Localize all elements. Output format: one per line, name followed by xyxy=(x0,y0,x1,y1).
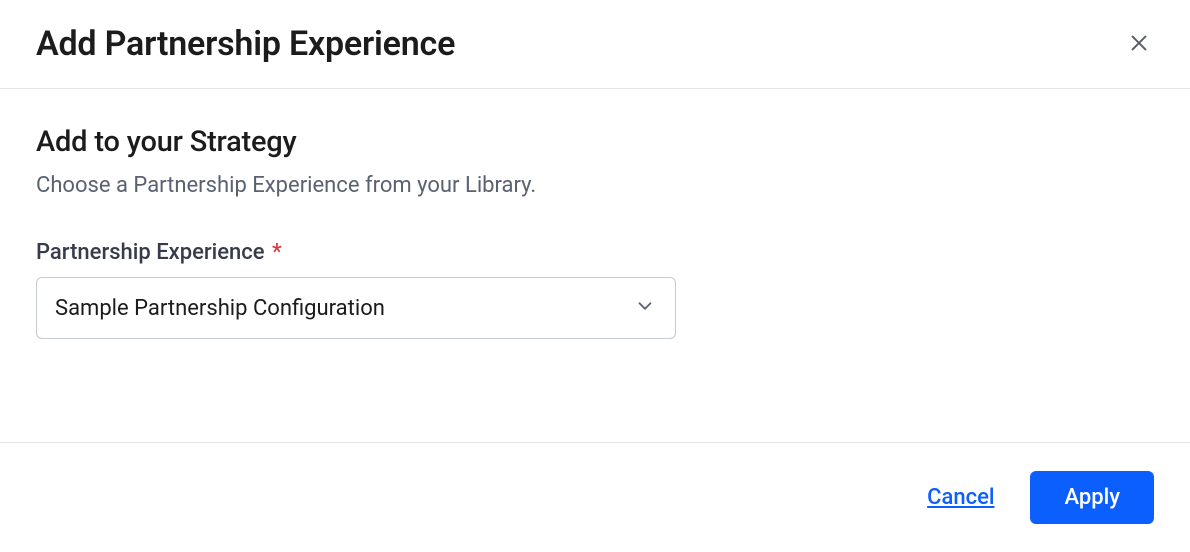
section-title: Add to your Strategy xyxy=(36,125,1154,159)
dialog-body: Add to your Strategy Choose a Partnershi… xyxy=(0,89,1190,442)
close-button[interactable] xyxy=(1124,28,1154,61)
field-label: Partnership Experience * xyxy=(36,240,282,265)
select-wrapper: Sample Partnership Configuration xyxy=(36,277,676,339)
dialog-header: Add Partnership Experience xyxy=(0,0,1190,89)
dialog: Add Partnership Experience Add to your S… xyxy=(0,0,1190,552)
cancel-button[interactable]: Cancel xyxy=(927,485,994,510)
dialog-title: Add Partnership Experience xyxy=(36,24,455,64)
required-indicator: * xyxy=(272,240,282,265)
apply-button[interactable]: Apply xyxy=(1030,471,1154,524)
section-subtitle: Choose a Partnership Experience from you… xyxy=(36,173,1154,198)
field-label-text: Partnership Experience xyxy=(36,240,265,265)
close-icon xyxy=(1128,32,1150,57)
partnership-experience-select[interactable]: Sample Partnership Configuration xyxy=(36,277,676,339)
field-group: Partnership Experience * Sample Partners… xyxy=(36,240,1154,339)
select-value: Sample Partnership Configuration xyxy=(55,296,385,321)
dialog-footer: Cancel Apply xyxy=(0,442,1190,552)
